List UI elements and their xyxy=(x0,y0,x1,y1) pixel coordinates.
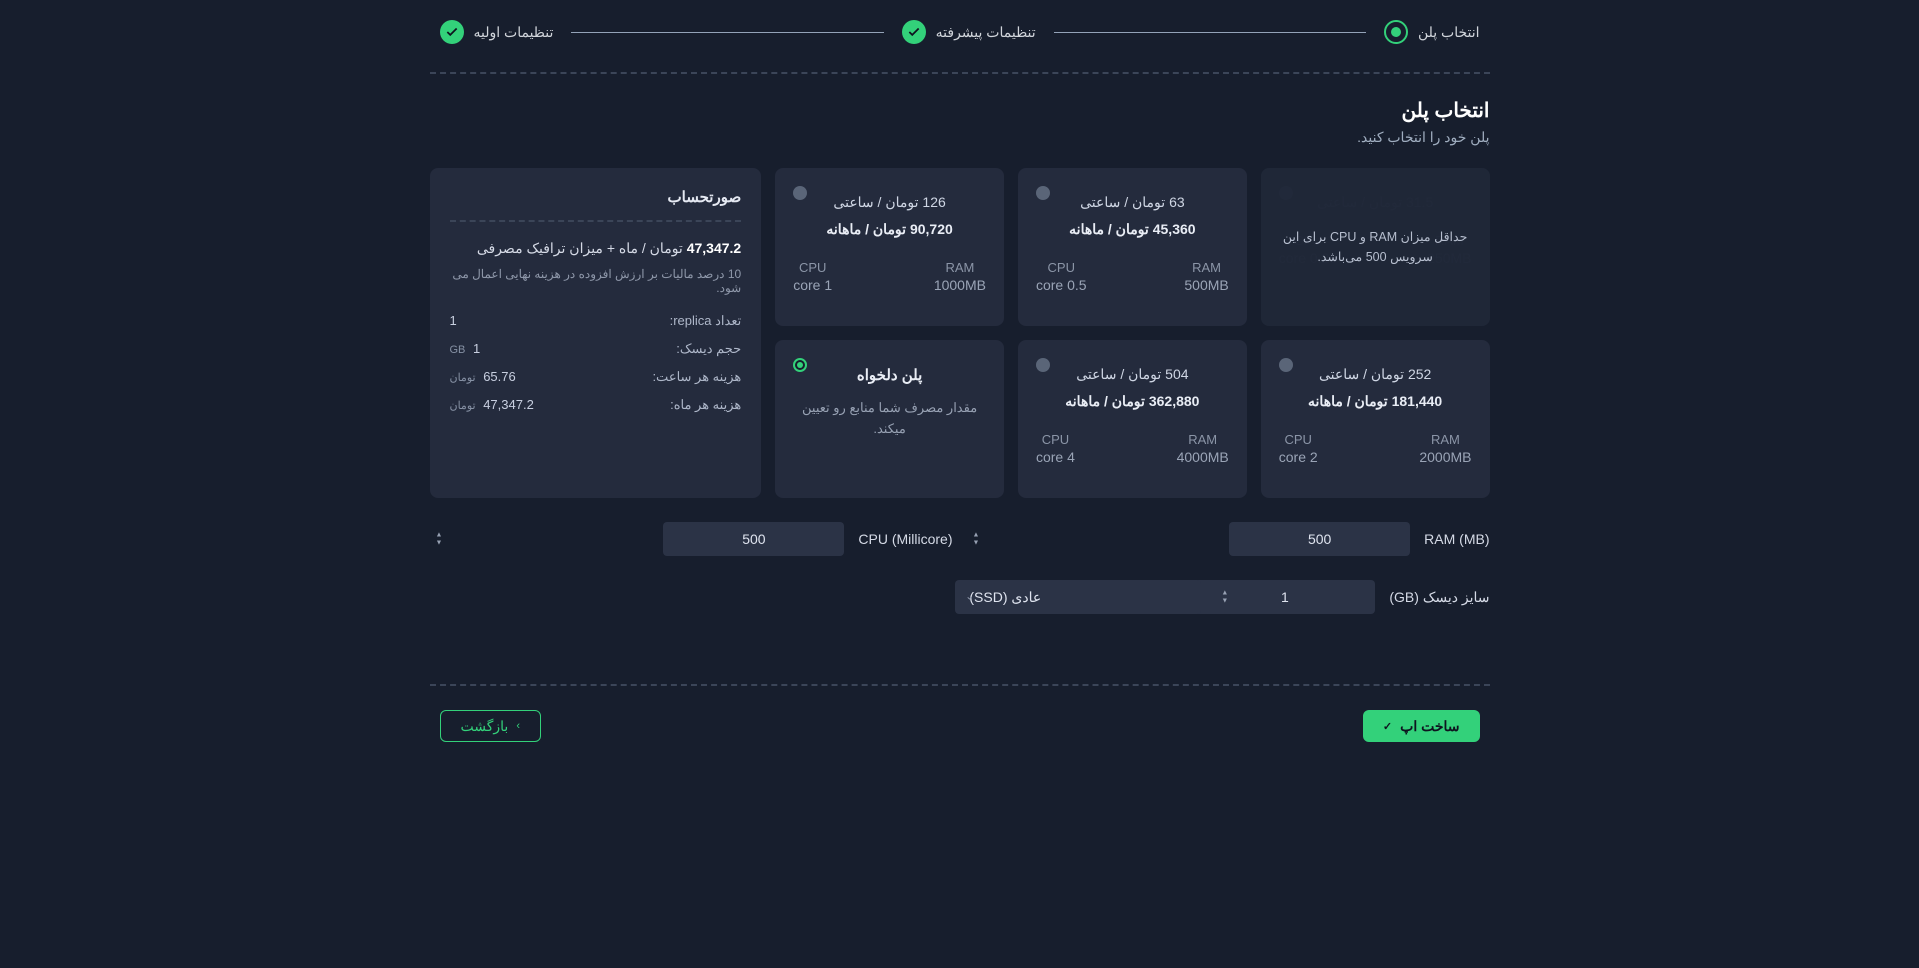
plan-card-custom[interactable]: پلن دلخواه مقدار مصرف شما منابع رو تعیین… xyxy=(775,340,1004,498)
create-app-button[interactable]: ساخت اپ ✓ xyxy=(1363,710,1480,742)
divider xyxy=(450,220,742,222)
custom-plan-description: مقدار مصرف شما منابع رو تعیین میکند. xyxy=(793,398,986,440)
plan-disabled-message: حداقل میزان RAM و CPU برای این سرویس 500… xyxy=(1261,168,1490,326)
chevron-right-icon: › xyxy=(516,720,520,732)
resource-controls: RAM (MB) ▲▼ CPU (Millicore) ▲▼ xyxy=(430,522,1490,556)
step-label: انتخاب پلن xyxy=(1418,24,1480,41)
plan-card[interactable]: 504 تومان / ساعتی 362,880 تومان / ماهانه… xyxy=(1018,340,1247,498)
step-label: تنظیمات اولیه xyxy=(474,24,554,41)
ram-label: RAM (MB) xyxy=(1424,531,1489,547)
step-advanced-settings: تنظیمات پیشرفته xyxy=(902,20,1036,44)
radio-icon xyxy=(1036,186,1050,200)
plan-card[interactable]: 126 تومان / ساعتی 90,720 تومان / ماهانه … xyxy=(775,168,1004,326)
billing-card: صورتحساب 47,347.2 تومان / ماه + میزان تر… xyxy=(430,168,762,498)
plan-hourly-price: 504 تومان / ساعتی xyxy=(1036,366,1229,383)
disk-label: سایز دیسک (GB) xyxy=(1389,589,1489,606)
divider xyxy=(430,72,1490,74)
stepper: تنظیمات اولیه تنظیمات پیشرفته انتخاب پلن xyxy=(430,20,1490,44)
active-step-icon xyxy=(1384,20,1408,44)
spinner-icon[interactable]: ▲▼ xyxy=(436,532,443,547)
page-subtitle: پلن خود را انتخاب کنید. xyxy=(430,129,1490,146)
plan-card[interactable]: 252 تومان / ساعتی 181,440 تومان / ماهانه… xyxy=(1261,340,1490,498)
disk-type-select[interactable]: عادی (SSD) ⌄ xyxy=(955,580,1201,614)
billing-row-hourly: هزینه هر ساعت: 65.76 تومان xyxy=(450,369,742,385)
step-label: تنظیمات پیشرفته xyxy=(936,24,1036,41)
ram-control: RAM (MB) ▲▼ xyxy=(967,522,1490,556)
plan-monthly-price: 45,360 تومان / ماهانه xyxy=(1036,221,1229,238)
check-icon xyxy=(440,20,464,44)
radio-icon xyxy=(1036,358,1050,372)
spinner-icon[interactable]: ▲▼ xyxy=(973,532,980,547)
cpu-input[interactable] xyxy=(663,522,844,556)
plan-monthly-price: 90,720 تومان / ماهانه xyxy=(793,221,986,238)
step-divider xyxy=(1054,32,1366,33)
step-divider xyxy=(571,32,883,33)
radio-icon xyxy=(1279,358,1293,372)
custom-plan-title: پلن دلخواه xyxy=(793,366,986,384)
billing-row-monthly: هزینه هر ماه: 47,347.2 تومان xyxy=(450,397,742,413)
check-icon: ✓ xyxy=(1383,720,1392,733)
back-button[interactable]: › بازگشت xyxy=(440,710,542,742)
plan-monthly-price: 362,880 تومان / ماهانه xyxy=(1036,393,1229,410)
step-select-plan: انتخاب پلن xyxy=(1384,20,1480,44)
footer-actions: › بازگشت ساخت اپ ✓ xyxy=(430,710,1490,742)
billing-row-replica: تعداد replica: 1 xyxy=(450,313,742,329)
plan-card[interactable]: 63 تومان / ساعتی 45,360 تومان / ماهانه R… xyxy=(1018,168,1247,326)
cpu-control: CPU (Millicore) ▲▼ xyxy=(430,522,953,556)
billing-summary: 47,347.2 تومان / ماه + میزان ترافیک مصرف… xyxy=(450,240,742,257)
ram-input[interactable] xyxy=(1229,522,1410,556)
chevron-down-icon: ⌄ xyxy=(965,592,973,603)
spinner-icon[interactable]: ▲▼ xyxy=(1221,590,1228,605)
disk-controls: سایز دیسک (GB) ▲▼ عادی (SSD) ⌄ xyxy=(430,580,1490,614)
plan-card-disabled: 31.5 تومان / ساعتی RAM250MB CPU0.25 core… xyxy=(1261,168,1490,326)
billing-title: صورتحساب xyxy=(450,188,742,206)
divider xyxy=(430,684,1490,686)
plan-hourly-price: 252 تومان / ساعتی xyxy=(1279,366,1472,383)
plan-hourly-price: 63 تومان / ساعتی xyxy=(1036,194,1229,211)
plan-monthly-price: 181,440 تومان / ماهانه xyxy=(1279,393,1472,410)
plan-hourly-price: 126 تومان / ساعتی xyxy=(793,194,986,211)
check-icon xyxy=(902,20,926,44)
billing-tax-note: 10 درصد مالیات بر ارزش افزوده در هزینه ن… xyxy=(450,267,742,295)
billing-row-disk: حجم دیسک: GB 1 xyxy=(450,341,742,357)
page-title: انتخاب پلن xyxy=(430,98,1490,123)
plans-grid: 31.5 تومان / ساعتی RAM250MB CPU0.25 core… xyxy=(430,168,1490,498)
cpu-label: CPU (Millicore) xyxy=(858,531,952,547)
step-initial-settings: تنظیمات اولیه xyxy=(440,20,554,44)
